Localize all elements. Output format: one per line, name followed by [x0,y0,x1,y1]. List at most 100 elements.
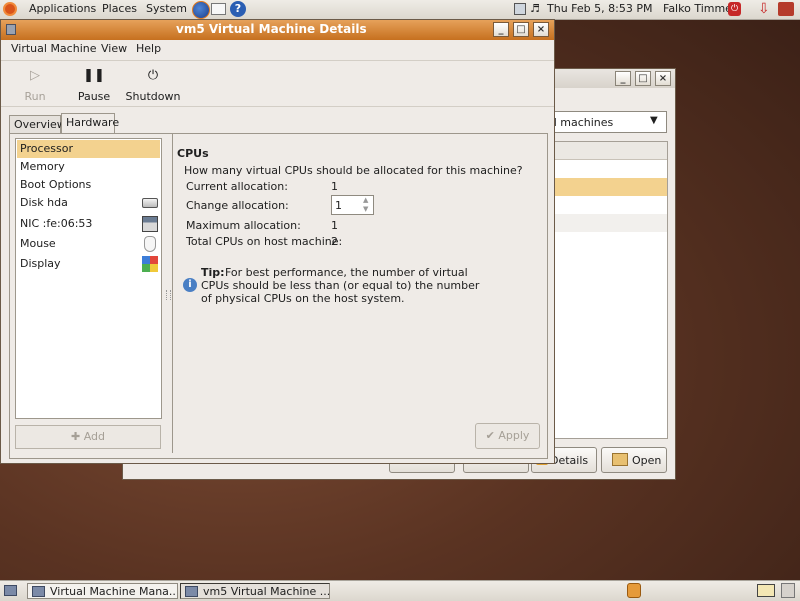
places-menu[interactable]: Places [102,2,137,15]
change-allocation-value: 1 [335,199,342,212]
processor-details-panel: CPUs How many virtual CPUs should be all… [172,133,547,453]
checkmark-icon: ✔ [485,429,495,442]
taskbar-item-label: Virtual Machine Mana... [50,585,178,598]
minimize-button[interactable]: _ [615,71,631,86]
menubar-divider [1,60,554,61]
taskbar-item-vm-details[interactable]: vm5 Virtual Machine ... [180,583,330,599]
cpus-question: How many virtual CPUs should be allocate… [184,164,523,177]
trash-icon[interactable] [781,583,795,598]
hardware-list[interactable]: Processor Memory Boot Options Disk hda N… [15,138,162,419]
minimize-button[interactable]: _ [493,22,509,37]
menu-virtual-machine[interactable]: Virtual Machine [11,42,97,55]
hardware-item-label: Disk hda [20,196,68,209]
mouse-icon [144,236,156,252]
open-folder-icon [612,453,628,466]
run-button[interactable]: ▷ Run [17,68,53,103]
spin-down-icon[interactable]: ▼ [363,205,368,213]
hardware-item-mouse[interactable]: Mouse [17,235,160,253]
network-icon [142,216,158,232]
maximize-button[interactable]: □ [635,71,651,86]
vm-details-window: vm5 Virtual Machine Details _ □ × Virtua… [0,19,555,464]
shutdown-button[interactable]: ⏻ Shutdown [125,68,181,103]
add-hardware-button[interactable]: ✚ Add [15,425,161,449]
taskbar-item-label: vm5 Virtual Machine ... [203,585,330,598]
bottom-panel: Virtual Machine Mana... vm5 Virtual Mach… [0,580,800,601]
tip-line-1: For best performance, the number of virt… [225,266,468,279]
volume-icon[interactable]: ♬ [530,2,540,15]
system-menu[interactable]: System [146,2,187,15]
pause-icon: ❚❚ [83,68,105,83]
applications-menu[interactable]: Applications [29,2,96,15]
pause-button[interactable]: ❚❚ Pause [73,68,115,103]
menu-view[interactable]: View [101,42,127,55]
play-icon: ▷ [30,68,40,83]
apply-button[interactable]: ✔ Apply [475,423,540,449]
maximize-button[interactable]: □ [513,22,529,37]
network-status-icon[interactable] [514,3,526,15]
tab-overview[interactable]: Overview [9,115,66,133]
pause-label: Pause [77,90,111,103]
lock-icon[interactable] [627,583,641,598]
details-button-label: Details [550,454,589,467]
user-name[interactable]: Falko Timme [663,2,732,15]
add-icon: ✚ [70,430,81,443]
hardware-item-label: Mouse [20,237,56,250]
cpus-heading: CPUs [177,147,209,160]
ubuntu-logo-icon[interactable] [3,2,17,16]
close-button[interactable]: × [533,22,549,37]
spin-up-icon[interactable]: ▲ [363,196,368,204]
hardware-item-label: NIC :fe:06:53 [20,217,93,230]
hardware-item-label: Memory [20,160,65,173]
hardware-item-label: Processor [20,142,73,155]
show-desktop-icon[interactable] [4,585,17,596]
display-icon [142,256,158,272]
run-label: Run [24,90,46,103]
tab-hardware[interactable]: Hardware [61,113,119,134]
vm-details-titlebar[interactable]: vm5 Virtual Machine Details _ □ × [1,20,554,40]
toolbar-divider [1,106,554,107]
max-allocation-value: 1 [331,219,338,232]
change-allocation-spinner[interactable]: 1 ▲ ▼ [331,195,374,215]
info-icon: i [183,278,197,292]
help-icon[interactable]: ? [230,1,246,17]
workspace-switcher[interactable] [757,584,775,597]
hardware-item-processor[interactable]: Processor [17,140,160,158]
window-title: vm5 Virtual Machine Details [176,22,367,36]
hardware-item-memory[interactable]: Memory [17,158,160,176]
hardware-item-label: Boot Options [20,178,92,191]
tip-label: Tip: [201,266,225,279]
logout-icon[interactable]: ⏻ [728,2,741,16]
hardware-item-disk[interactable]: Disk hda [17,194,160,212]
open-button[interactable]: Open [601,447,667,473]
current-allocation-value: 1 [331,180,338,193]
update-notifier-icon[interactable]: ⇩ [758,1,770,17]
window-menu-icon[interactable] [6,24,16,35]
current-allocation-label: Current allocation: [186,180,288,193]
max-allocation-label: Maximum allocation: [186,219,301,232]
shutdown-label: Shutdown [125,90,181,103]
close-button[interactable]: × [655,71,671,86]
add-button-label: Add [83,430,105,443]
mail-icon[interactable] [211,3,226,15]
clock[interactable]: Thu Feb 5, 8:53 PM [547,2,652,15]
window-icon [185,586,198,597]
apply-button-label: Apply [498,429,530,442]
tip-line-2: CPUs should be less than (or equal to) t… [201,279,480,292]
power-icon: ⏻ [147,68,159,83]
hardware-item-nic[interactable]: NIC :fe:06:53 [17,215,160,233]
total-cpus-label: Total CPUs on host machine: [186,235,343,248]
menu-help[interactable]: Help [136,42,161,55]
hardware-item-boot-options[interactable]: Boot Options [17,176,160,194]
pane-handle[interactable] [166,290,171,300]
top-panel: Applications Places System ? ♬ Thu Feb 5… [0,0,800,20]
total-cpus-value: 2 [331,235,338,248]
change-allocation-label: Change allocation: [186,199,289,212]
firefox-icon[interactable] [192,1,210,19]
open-button-label: Open [632,454,662,467]
chevron-down-icon: ▼ [650,115,658,126]
taskbar-item-vm-manager[interactable]: Virtual Machine Mana... [27,583,178,599]
window-icon [32,586,45,597]
system-status-icon[interactable] [778,2,794,16]
hardware-item-display[interactable]: Display [17,255,160,273]
hardware-item-label: Display [20,257,61,270]
